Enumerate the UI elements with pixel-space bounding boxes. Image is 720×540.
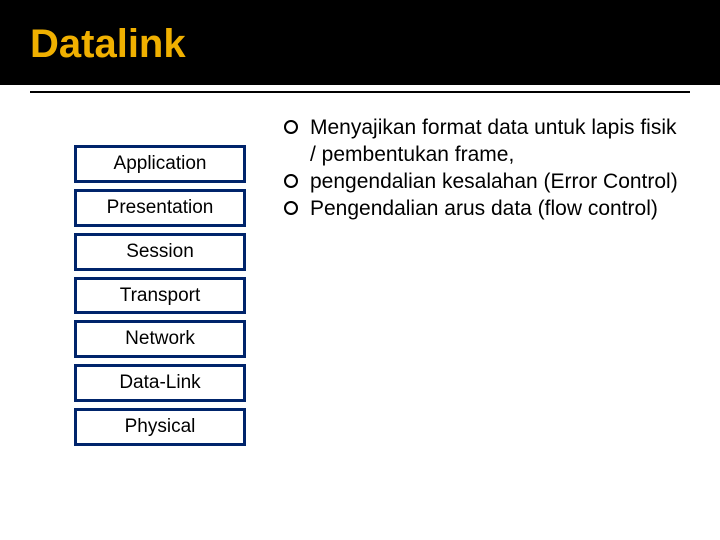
circle-bullet-icon xyxy=(284,201,298,215)
layer-application: Application xyxy=(74,145,246,183)
layer-datalink: Data-Link xyxy=(74,364,246,402)
bullet-item: Pengendalian arus data (flow control) xyxy=(284,196,684,223)
layer-session: Session xyxy=(74,233,246,271)
bullet-item: pengendalian kesalahan (Error Control) xyxy=(284,169,684,196)
bullet-text: Pengendalian arus data (flow control) xyxy=(310,196,684,223)
bullet-text: Menyajikan format data untuk lapis fisik… xyxy=(310,115,684,169)
bullet-item: Menyajikan format data untuk lapis fisik… xyxy=(284,115,684,169)
circle-bullet-icon xyxy=(284,174,298,188)
layer-presentation: Presentation xyxy=(74,189,246,227)
layer-physical: Physical xyxy=(74,408,246,446)
layer-network: Network xyxy=(74,320,246,358)
bullet-text: pengendalian kesalahan (Error Control) xyxy=(310,169,684,196)
layer-transport: Transport xyxy=(74,277,246,315)
bullet-list: Menyajikan format data untuk lapis fisik… xyxy=(284,115,684,452)
slide-header: Datalink xyxy=(0,0,720,85)
circle-bullet-icon xyxy=(284,120,298,134)
slide-title: Datalink xyxy=(30,22,690,67)
osi-layer-stack: Application Presentation Session Transpo… xyxy=(74,145,246,452)
slide-content: Application Presentation Session Transpo… xyxy=(0,93,720,452)
